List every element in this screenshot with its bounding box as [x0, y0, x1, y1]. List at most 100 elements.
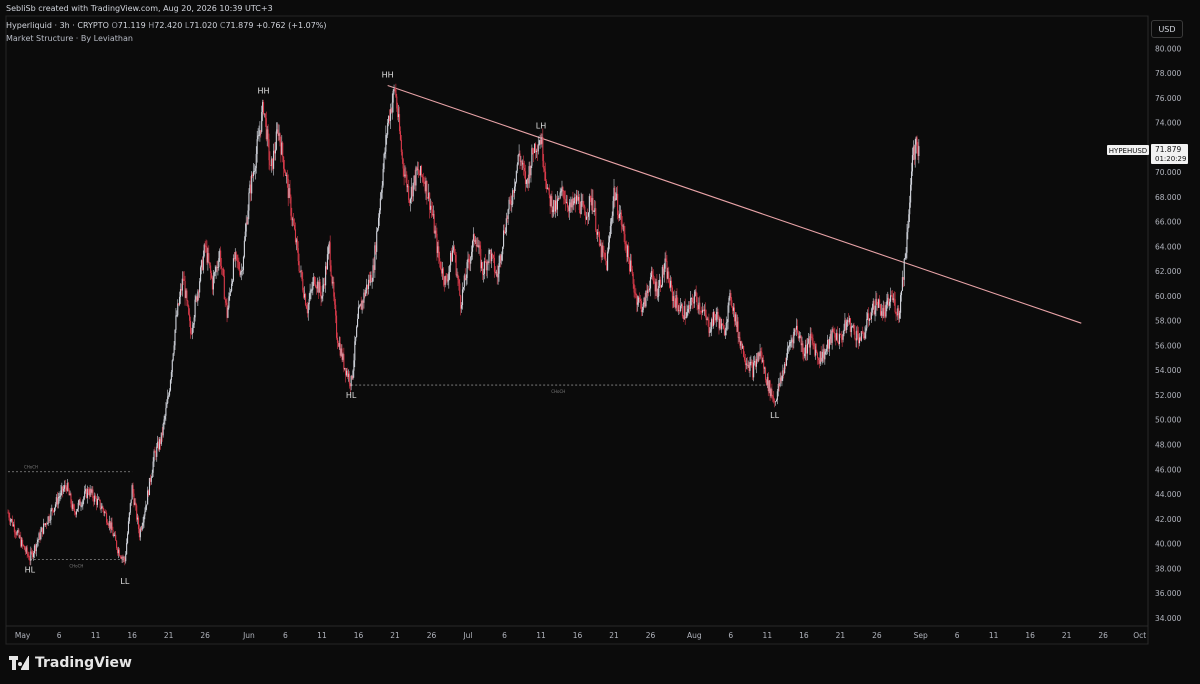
candle-body — [204, 244, 206, 247]
candle-body — [92, 489, 94, 499]
candle-body — [412, 182, 414, 197]
candle-body — [894, 299, 896, 312]
candle-body — [439, 258, 441, 262]
candle-body — [143, 515, 145, 523]
candle-body — [869, 319, 872, 320]
swing-label-hh: HH — [258, 87, 270, 96]
candle-body — [774, 401, 777, 403]
candle-body — [402, 159, 404, 169]
candle-body — [580, 201, 582, 215]
candle-body — [291, 215, 293, 220]
currency-selector[interactable]: USD — [1151, 20, 1183, 38]
candle-body — [453, 246, 455, 255]
candle-body — [910, 171, 913, 185]
candle-body — [749, 362, 751, 371]
candle-body — [893, 298, 895, 300]
candle-body — [593, 211, 595, 212]
candle-body — [602, 245, 604, 253]
candle-body — [709, 331, 711, 333]
candle-body — [400, 139, 402, 152]
candle-body — [8, 512, 10, 518]
candle-body — [900, 295, 902, 313]
candle-body — [22, 539, 24, 545]
candle-body — [653, 281, 655, 284]
price-chart[interactable]: CHoCH CHoCH CHoCH HH HH LH HL LL HL LL 34.000 36.… — [0, 0, 1200, 684]
candle-body — [36, 542, 38, 545]
candle-body — [416, 167, 418, 170]
swing-label-hl: HL — [25, 566, 36, 575]
candle-body — [203, 244, 205, 256]
tradingview-brand[interactable]: TradingView — [9, 655, 132, 671]
candle-body — [415, 167, 417, 186]
candle-body — [533, 152, 535, 154]
candle-body — [136, 505, 138, 520]
candle-body — [378, 210, 381, 218]
candle-body — [382, 169, 384, 186]
candle-body — [319, 281, 321, 292]
candle-body — [639, 299, 642, 302]
candle-body — [465, 278, 467, 281]
candle-body — [268, 139, 270, 161]
candle-body — [154, 451, 156, 453]
candle-body — [658, 285, 660, 297]
candle-body — [225, 299, 227, 303]
candle-body — [548, 188, 550, 195]
price-tick-label: 52.000 — [1155, 391, 1181, 400]
candle-body — [468, 258, 470, 262]
swing-label-hl: HL — [346, 391, 357, 400]
candle-body — [482, 273, 485, 275]
candle-body — [191, 327, 193, 334]
candle-body — [657, 296, 659, 297]
candle-body — [895, 311, 897, 315]
symbol-name[interactable]: Hyperliquid · 3h · CRYPTO — [6, 21, 109, 30]
price-tick-label: 76.000 — [1155, 94, 1181, 103]
candle-body — [615, 198, 617, 200]
candle-body — [28, 555, 30, 560]
candle-body — [153, 451, 155, 462]
time-tick-label: 6 — [57, 631, 62, 640]
candle-body — [457, 274, 459, 280]
candle-body — [146, 504, 148, 506]
candle-body — [861, 331, 863, 334]
candle-body — [583, 205, 585, 207]
candle-body — [156, 446, 158, 457]
symbol-legend[interactable]: Hyperliquid · 3h · CRYPTO O71.119 H72.42… — [6, 21, 327, 30]
price-tag-value: 71.879 — [1155, 145, 1181, 154]
candle-body — [796, 325, 799, 333]
candle-body — [660, 285, 663, 288]
time-tick-label: 26 — [646, 631, 656, 640]
candle-body — [497, 273, 499, 278]
candle-body — [501, 254, 503, 261]
candle-body — [614, 187, 616, 200]
candle-body — [168, 390, 171, 396]
candle-body — [426, 180, 428, 198]
candle-body — [130, 499, 132, 504]
candle-body — [95, 495, 97, 499]
candle-body — [466, 262, 468, 279]
candle-body — [16, 531, 18, 535]
candle-body — [461, 289, 464, 306]
candle-body — [510, 200, 512, 205]
indicator-legend[interactable]: Market Structure · By Leviathan — [6, 34, 133, 43]
candle-body — [620, 212, 622, 225]
candle-body — [545, 171, 547, 182]
candle-body — [355, 337, 357, 342]
candle-body — [83, 497, 85, 501]
ohlc-high: H72.420 — [148, 21, 183, 30]
candle-body — [862, 333, 864, 337]
candle-body — [232, 258, 234, 281]
candle-body — [209, 262, 211, 266]
candle-body — [293, 219, 295, 226]
candle-body — [906, 232, 908, 253]
candle-body — [833, 332, 835, 333]
candle-body — [854, 331, 856, 339]
candle-body — [253, 171, 255, 173]
candle-body — [279, 133, 281, 143]
candle-body — [914, 144, 916, 160]
candle-body — [911, 155, 913, 172]
candle-body — [322, 285, 324, 297]
candle-body — [418, 169, 420, 174]
time-tick-label: 21 — [1062, 631, 1072, 640]
price-tick-label: 74.000 — [1155, 119, 1181, 128]
candle-body — [686, 311, 688, 317]
